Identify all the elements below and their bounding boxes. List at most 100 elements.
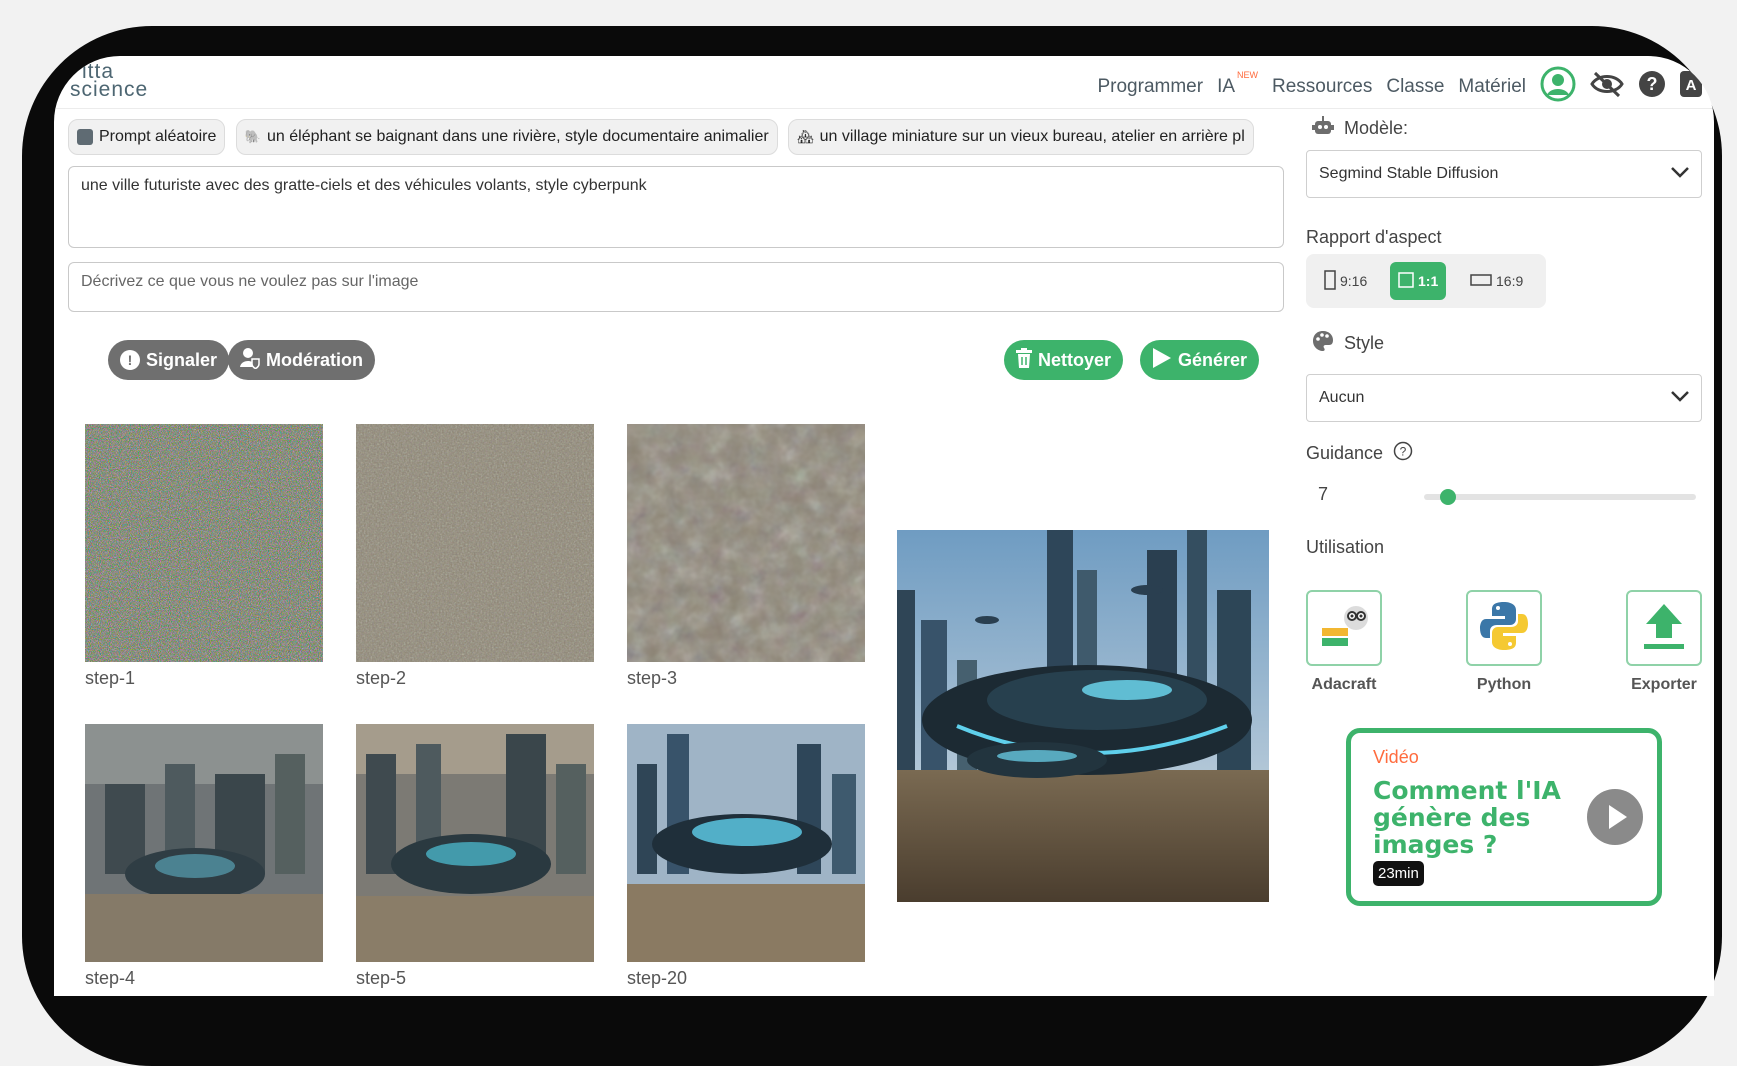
- nav-materiel[interactable]: Matériel: [1458, 76, 1526, 98]
- step-image[interactable]: [356, 724, 594, 962]
- user-avatar-icon[interactable]: [1540, 66, 1576, 108]
- square-icon: [1398, 271, 1414, 291]
- nav-ia[interactable]: IANEW: [1217, 70, 1258, 98]
- aspect-option-label: 9:16: [1340, 273, 1368, 289]
- prompt-suggestions: Prompt aléatoire 🐘 un éléphant se baigna…: [68, 119, 1298, 155]
- svg-text:?: ?: [1400, 445, 1407, 459]
- svg-text:?: ?: [1647, 74, 1658, 94]
- video-tag: Vidéo: [1373, 747, 1419, 767]
- hide-eye-icon[interactable]: [1590, 70, 1624, 104]
- upload-icon: [1636, 598, 1692, 659]
- python-icon: [1476, 598, 1532, 659]
- style-select[interactable]: Aucun: [1306, 374, 1702, 422]
- step-caption: step-5: [356, 968, 407, 988]
- report-button[interactable]: ! Signaler: [108, 340, 230, 380]
- moderation-label: Modération: [266, 349, 363, 370]
- adacraft-label: Adacraft: [1311, 676, 1377, 693]
- aspect-option-9-16[interactable]: 9:16: [1316, 262, 1375, 300]
- chevron-down-icon: [1671, 165, 1689, 183]
- nav-ia-label: IA: [1217, 76, 1236, 97]
- header-divider: [54, 108, 1714, 109]
- alert-icon: !: [120, 350, 140, 370]
- prompt-input[interactable]: [68, 166, 1284, 248]
- logo-line-2: science: [70, 78, 149, 101]
- export-label: Exporter: [1631, 676, 1697, 693]
- aspect-ratio-group: 9:16 1:1 16:9: [1306, 254, 1546, 308]
- nav-ressources[interactable]: Ressources: [1272, 76, 1372, 98]
- report-label: Signaler: [146, 349, 218, 370]
- aspect-ratio-label: Rapport d'aspect: [1306, 227, 1442, 247]
- model-label-text: Modèle:: [1344, 118, 1409, 138]
- generated-image[interactable]: [897, 530, 1269, 902]
- step-caption: step-3: [627, 668, 678, 688]
- chip-label: un village miniature sur un vieux bureau…: [819, 128, 1245, 145]
- step-image[interactable]: [85, 724, 323, 962]
- play-button-icon[interactable]: [1587, 789, 1643, 845]
- village-icon: 🏘: [797, 129, 814, 144]
- model-selected-value: Segmind Stable Diffusion: [1319, 165, 1499, 182]
- step-caption: step-4: [85, 968, 136, 988]
- new-badge: NEW: [1237, 70, 1259, 80]
- adacraft-button[interactable]: [1306, 590, 1382, 666]
- export-button[interactable]: [1626, 590, 1702, 666]
- negative-prompt-input[interactable]: [68, 262, 1284, 312]
- aspect-option-1-1[interactable]: 1:1: [1390, 262, 1447, 300]
- model-label: Modèle:: [1312, 116, 1408, 141]
- step-image[interactable]: [627, 424, 865, 662]
- portrait-icon: [1324, 269, 1336, 293]
- python-button[interactable]: [1466, 590, 1542, 666]
- adacraft-icon: [1314, 596, 1374, 661]
- palette-icon: [1312, 330, 1334, 357]
- elephant-icon: 🐘: [244, 129, 262, 144]
- video-card[interactable]: Vidéo Comment l'IA génère des images ? 2…: [1346, 728, 1662, 906]
- clean-button[interactable]: Nettoyer: [1004, 340, 1124, 380]
- help-icon[interactable]: ?: [1638, 70, 1666, 104]
- guidance-label-text: Guidance: [1306, 443, 1384, 463]
- info-icon[interactable]: ?: [1393, 441, 1413, 466]
- chip-label: un éléphant se baignant dans une rivière…: [267, 128, 769, 145]
- landscape-icon: [1470, 273, 1492, 289]
- clean-label: Nettoyer: [1038, 349, 1112, 370]
- generate-button[interactable]: Générer: [1140, 340, 1260, 380]
- step-caption: step-20: [627, 968, 688, 988]
- nav-classe[interactable]: Classe: [1386, 76, 1444, 98]
- svg-text:A: A: [1686, 77, 1697, 94]
- accessibility-icon[interactable]: A: [1680, 71, 1702, 103]
- guidance-slider-handle[interactable]: [1440, 489, 1456, 505]
- step-caption: step-1: [85, 668, 136, 688]
- model-select[interactable]: Segmind Stable Diffusion: [1306, 150, 1702, 198]
- video-title: Comment l'IA génère des images ?: [1373, 776, 1561, 859]
- random-prompt-chip[interactable]: Prompt aléatoire: [68, 119, 226, 155]
- suggestion-chip[interactable]: 🏘 un village miniature sur un vieux bure…: [788, 119, 1254, 155]
- trash-icon: [1016, 347, 1032, 373]
- video-duration: 23min: [1373, 861, 1424, 886]
- aspect-option-label: 1:1: [1418, 273, 1439, 289]
- step-image[interactable]: [627, 724, 865, 962]
- nav-programmer[interactable]: Programmer: [1097, 76, 1203, 98]
- guidance-label: Guidance ?: [1306, 441, 1413, 466]
- chip-label: Prompt aléatoire: [99, 128, 217, 145]
- step-image[interactable]: [85, 424, 323, 662]
- aspect-option-16-9[interactable]: 16:9: [1462, 262, 1531, 300]
- aspect-option-label: 16:9: [1496, 273, 1524, 289]
- python-label: Python: [1476, 676, 1532, 693]
- style-label-text: Style: [1344, 333, 1385, 353]
- moderation-button[interactable]: Modération: [228, 340, 375, 380]
- generate-label: Générer: [1178, 349, 1248, 370]
- step-image[interactable]: [356, 424, 594, 662]
- robot-icon: [1312, 116, 1334, 141]
- style-selected-value: Aucun: [1319, 389, 1365, 406]
- style-label: Style: [1312, 330, 1384, 357]
- chevron-down-icon: [1671, 389, 1689, 407]
- guidance-slider[interactable]: [1424, 494, 1696, 500]
- usage-label: Utilisation: [1306, 537, 1385, 557]
- play-icon: [1152, 347, 1172, 374]
- guidance-value: 7: [1318, 484, 1329, 504]
- vittascience-logo[interactable]: itta science: [62, 60, 192, 102]
- suggestion-chip[interactable]: 🐘 un éléphant se baignant dans une riviè…: [235, 119, 778, 155]
- step-caption: step-2: [356, 668, 407, 688]
- top-navigation: Programmer IANEW Ressources Classe Matér…: [1097, 66, 1702, 108]
- app-screen: itta science Programmer IANEW Ressources…: [54, 56, 1714, 996]
- user-shield-icon: [240, 347, 260, 374]
- dice-icon: [77, 129, 93, 145]
